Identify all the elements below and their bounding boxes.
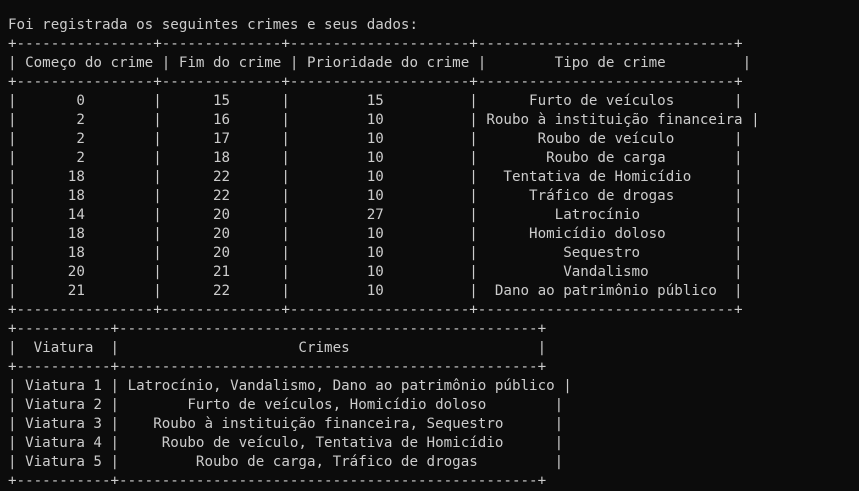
viaturas-table-border-top: +-----------+---------------------------… bbox=[8, 321, 547, 337]
viaturas-table-border-bottom: +-----------+---------------------------… bbox=[8, 473, 547, 489]
viaturas-table-row: | Viatura 3 | Roubo à instituição financ… bbox=[8, 416, 564, 432]
crimes-table-row: | 21 | 22 | 10 | Dano ao patrimônio públ… bbox=[8, 283, 743, 299]
crimes-table-row: | 2 | 17 | 10 | Roubo de veículo | bbox=[8, 131, 743, 147]
crimes-table-border-bottom: +----------------+--------------+-------… bbox=[8, 302, 743, 318]
crimes-table-row: | 18 | 22 | 10 | Tráfico de drogas | bbox=[8, 188, 743, 204]
viaturas-table-row: | Viatura 1 | Latrocínio, Vandalismo, Da… bbox=[8, 378, 572, 394]
crimes-table-row: | 20 | 21 | 10 | Vandalismo | bbox=[8, 264, 743, 280]
crimes-table-row: | 18 | 20 | 10 | Sequestro | bbox=[8, 245, 743, 261]
crimes-table-row: | 18 | 22 | 10 | Tentativa de Homicídio … bbox=[8, 169, 743, 185]
crimes-table-row: | 18 | 20 | 10 | Homicídio doloso | bbox=[8, 226, 743, 242]
crimes-table-row: | 0 | 15 | 15 | Furto de veículos | bbox=[8, 93, 743, 109]
viaturas-table-border-header: +-----------+---------------------------… bbox=[8, 359, 547, 375]
crimes-table-border-header: +----------------+--------------+-------… bbox=[8, 74, 743, 90]
viaturas-table-header: | Viatura | Crimes | bbox=[8, 340, 547, 356]
viaturas-table-row: | Viatura 5 | Roubo de carga, Tráfico de… bbox=[8, 454, 564, 470]
terminal-line-heading: Foi registrada os seguintes crimes e seu… bbox=[8, 17, 418, 33]
crimes-table-row: | 14 | 20 | 27 | Latrocínio | bbox=[8, 207, 743, 223]
crimes-table-row: | 2 | 16 | 10 | Roubo à instituição fina… bbox=[8, 112, 760, 128]
viaturas-table-row: | Viatura 2 | Furto de veículos, Homicíd… bbox=[8, 397, 564, 413]
crimes-table-header: | Começo do crime | Fim do crime | Prior… bbox=[8, 55, 752, 71]
crimes-table-row: | 2 | 18 | 10 | Roubo de carga | bbox=[8, 150, 743, 166]
viaturas-table-row: | Viatura 4 | Roubo de veículo, Tentativ… bbox=[8, 435, 564, 451]
terminal-output: Foi registrada os seguintes crimes e seu… bbox=[0, 0, 859, 490]
crimes-table-border-top: +----------------+--------------+-------… bbox=[8, 36, 743, 52]
